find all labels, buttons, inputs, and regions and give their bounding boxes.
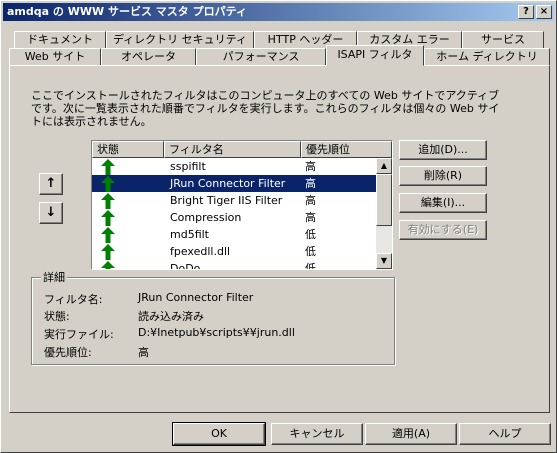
tab-home-directory[interactable]: ホーム ディレクトリ — [424, 48, 550, 65]
triangle-down-icon: ▼ — [380, 256, 388, 265]
list-item[interactable]: Compression 高 — [92, 209, 377, 226]
scroll-down-button[interactable]: ▼ — [376, 253, 392, 269]
list-item[interactable]: md5filt 低 — [92, 226, 377, 243]
filter-description: ここでインストールされたフィルタはこのコンピュータ上のすべての Web サイトで… — [31, 89, 500, 128]
list-item[interactable]: fpexedll.dll 低 — [92, 243, 377, 260]
triangle-up-icon: ▲ — [380, 161, 388, 170]
filter-name-cell: fpexedll.dll — [170, 245, 231, 258]
filter-name-cell: sspifilt — [170, 160, 206, 173]
detail-status-label: 状態: — [44, 310, 70, 323]
priority-cell: 高 — [305, 177, 316, 190]
move-up-button[interactable]: ↑ — [39, 173, 63, 195]
scroll-up-button[interactable]: ▲ — [376, 158, 392, 174]
up-arrow-status-icon — [101, 244, 115, 260]
remove-button[interactable]: 削除(R) — [399, 166, 487, 186]
priority-cell: 低 — [305, 228, 316, 241]
tab-service[interactable]: サービス — [462, 31, 544, 48]
enable-button[interactable]: 有効にする(E) — [399, 220, 487, 240]
filter-name-cell: Compression — [170, 211, 242, 224]
scroll-thumb[interactable] — [376, 174, 392, 226]
detail-name-value: JRun Connector Filter — [138, 291, 254, 304]
priority-cell: 高 — [305, 160, 316, 173]
up-arrow-status-icon — [101, 227, 115, 243]
properties-dialog: amdqa の WWW サービス マスタ プロパティ ? × ドキュメント ディ… — [0, 0, 557, 453]
list-header: 状態 フィルタ名 優先順位 — [92, 141, 392, 158]
list-item[interactable]: sspifilt 高 — [92, 158, 377, 175]
tab-documents[interactable]: ドキュメント — [14, 31, 106, 48]
tab-web-site[interactable]: Web サイト — [9, 48, 101, 65]
tab-performance[interactable]: パフォーマンス — [196, 48, 326, 65]
filter-name-cell: Bright Tiger IIS Filter — [170, 194, 283, 207]
column-status[interactable]: 状態 — [92, 141, 164, 158]
list-item[interactable]: JRun Connector Filter 高 — [92, 175, 377, 192]
apply-button[interactable]: 適用(A) — [365, 423, 457, 445]
detail-priority-value: 高 — [138, 346, 149, 359]
details-legend: 詳細 — [41, 269, 67, 285]
tab-operators[interactable]: オペレータ — [101, 48, 196, 65]
close-icon: × — [539, 6, 549, 17]
list-scrollbar[interactable]: ▲ ▼ — [376, 158, 392, 269]
move-down-button[interactable]: ↓ — [39, 202, 63, 224]
up-arrow-status-icon — [101, 193, 115, 209]
close-title-button[interactable]: × — [536, 5, 552, 19]
list-item[interactable]: DoDo 低 — [92, 260, 377, 270]
list-item[interactable]: Bright Tiger IIS Filter 高 — [92, 192, 377, 209]
filter-list[interactable]: 状態 フィルタ名 優先順位 sspifilt 高 JRun Connector Fi… — [91, 140, 393, 270]
priority-cell: 高 — [305, 211, 316, 224]
priority-cell: 低 — [305, 262, 316, 270]
tab-directory-security[interactable]: ディレクトリ セキュリティ — [106, 31, 254, 48]
ok-button[interactable]: OK — [172, 422, 266, 446]
priority-cell: 高 — [305, 194, 316, 207]
title-bar: amdqa の WWW サービス マスタ プロパティ ? × — [3, 3, 554, 21]
detail-priority-label: 優先順位: — [44, 346, 92, 359]
edit-button[interactable]: 編集(I)... — [399, 193, 487, 213]
detail-name-label: フィルタ名: — [44, 293, 103, 306]
cancel-button[interactable]: キャンセル — [271, 423, 363, 445]
help-button[interactable]: ヘルプ — [459, 423, 551, 445]
help-icon: ? — [523, 6, 529, 17]
up-arrow-status-icon — [101, 159, 115, 175]
up-arrow-status-icon — [101, 261, 115, 269]
detail-status-value: 読み込み済み — [138, 310, 204, 323]
detail-exe-value: D:¥Inetpub¥scripts¥¥jrun.dll — [138, 326, 295, 339]
column-priority[interactable]: 優先順位 — [301, 141, 392, 158]
filter-name-cell: JRun Connector Filter — [170, 177, 286, 190]
column-filter-name[interactable]: フィルタ名 — [164, 141, 301, 158]
priority-cell: 低 — [305, 245, 316, 258]
window-title: amdqa の WWW サービス マスタ プロパティ — [7, 5, 247, 18]
tab-isapi-filters[interactable]: ISAPI フィルタ — [326, 45, 424, 66]
filter-name-cell: DoDo — [170, 262, 201, 270]
add-button[interactable]: 追加(D)... — [399, 140, 487, 160]
filter-name-cell: md5filt — [170, 228, 209, 241]
help-title-button[interactable]: ? — [518, 5, 534, 19]
arrow-down-icon: ↓ — [45, 205, 57, 220]
arrow-up-icon: ↑ — [45, 176, 57, 191]
detail-exe-label: 実行ファイル: — [44, 328, 114, 341]
up-arrow-status-icon — [101, 176, 115, 192]
up-arrow-status-icon — [101, 210, 115, 226]
